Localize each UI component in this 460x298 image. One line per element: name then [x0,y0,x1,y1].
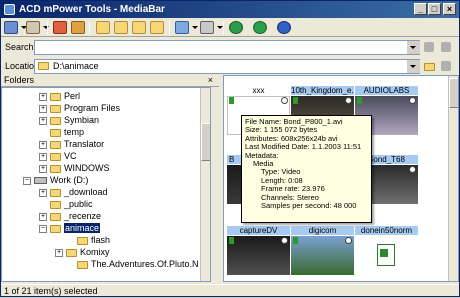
location-value: D:\animace [53,61,99,71]
tree-item-perl[interactable]: + Perl [39,91,80,102]
thumbnail-capturedv[interactable]: captureDV [227,226,290,275]
open-folder-icon [50,224,61,233]
folder-icon [50,128,61,137]
move-icon[interactable] [53,21,67,34]
status-bar: 1 of 21 item(s) selected [1,284,459,297]
folder-icon [50,188,61,197]
search-go-icon[interactable] [424,42,434,52]
folder-icon [66,248,77,257]
tree-item-komixy[interactable]: + Komixy [55,247,110,258]
open-folder-icon[interactable] [150,21,164,34]
location-dropdown-button[interactable] [407,60,420,73]
thumbnail-donein50norm[interactable]: donein50norm [355,226,418,275]
view-icon[interactable] [175,21,198,34]
search-input[interactable] [34,40,420,55]
folder-tree[interactable]: + Perl + Program Files + Symbian temp + Tran… [1,87,211,282]
mediabar-window: ACD mPower Tools - MediaBar _ □ × Search… [0,0,460,297]
folder-icon [50,104,61,113]
pin-icon [293,237,298,244]
drive-icon [34,177,47,185]
pin-icon [293,97,298,104]
toolbar-separator [89,21,90,35]
tree-item-download[interactable]: + _download [39,187,108,198]
spreadsheet-icon [377,244,395,266]
media-badge-icon [409,97,416,104]
search-dropdown-button[interactable] [407,41,420,54]
search-row: Search [1,38,459,58]
maximize-button[interactable]: □ [428,3,441,15]
menu-icon[interactable] [26,21,49,34]
close-pane-icon[interactable]: × [208,75,213,86]
folders-title: Folders [4,75,35,85]
gallery-scrollbar[interactable] [448,76,458,281]
thumbnail-10th-kingdom[interactable]: 10th_Kingdom_e... [291,86,354,135]
search-label: Search [5,42,34,52]
copy-icon[interactable] [71,21,85,34]
tooltip-samples: Samples per second: 48 000 [261,201,357,211]
toolbar-separator [47,21,48,35]
dollar-icon[interactable] [253,21,267,34]
tree-item-symbian[interactable]: + Symbian [39,115,99,126]
pin-icon [229,97,234,104]
folders-header: Folders × [1,75,219,87]
thumbnail-image [355,236,418,275]
folder-icon [77,236,88,245]
close-button[interactable]: × [443,3,456,15]
tree-item-program-files[interactable]: + Program Files [39,103,120,114]
media-badge-icon [281,97,288,104]
tree-item-translator[interactable]: + Translator [39,139,104,150]
folder-icon [50,152,61,161]
device-icon[interactable] [200,21,223,34]
toolbar-separator [169,21,170,35]
folder-icon [50,164,61,173]
media-badge-icon [345,237,352,244]
folder-icon [50,212,61,221]
thumbnail-digicom[interactable]: digicom [291,226,354,275]
tree-item-recenze[interactable]: + _recenze [39,211,101,222]
file-info-tooltip: File Name: Bond_P800_1.avi Size: 1 155 0… [241,115,372,223]
tree-item-work-drive[interactable]: − Work (D:) [23,175,88,186]
globe-icon[interactable] [229,21,243,34]
folder-icon [50,116,61,125]
tree-item-windows[interactable]: + WINDOWS [39,163,110,174]
help-icon[interactable] [277,21,291,34]
media-badge-icon [409,166,416,173]
title-bar[interactable]: ACD mPower Tools - MediaBar _ □ × [1,1,459,18]
gallery-scrollbar-thumb[interactable] [449,78,458,108]
app-icon [4,4,15,15]
folder-icon [50,140,61,149]
thumbnail-audiolabs[interactable]: AUDIOLABS [355,86,418,135]
open-folder-icon[interactable] [424,63,435,71]
toolbar-separator [223,21,224,35]
new-folder-icon[interactable] [114,21,128,34]
location-options-icon[interactable] [441,61,451,71]
tree-item-vc[interactable]: + VC [39,151,77,162]
status-text: 1 of 21 item(s) selected [4,286,98,296]
browse-icon[interactable] [4,21,27,34]
tree-scrollbar[interactable] [200,88,210,281]
tree-item-animace[interactable]: − animace [39,223,101,234]
tree-item-flash[interactable]: flash [66,235,110,246]
location-input[interactable]: D:\animace [34,59,420,74]
tree-item-pluto-nash[interactable]: The.Adventures.Of.Pluto.Nash.DVDRip [66,259,198,270]
folder-icon [50,200,61,209]
minimize-button[interactable]: _ [414,3,427,15]
media-badge-icon [281,237,288,244]
folder-icon [77,260,88,269]
search-options-icon[interactable] [441,42,451,52]
folder-icon[interactable] [132,21,146,34]
media-badge-icon [345,97,352,104]
location-row: Location D:\animace [1,57,459,77]
folder-icon [50,92,61,101]
thumbnail-xxx[interactable]: xxx [227,86,290,135]
toolbar [1,19,459,37]
window-title: ACD mPower Tools - MediaBar [19,4,165,15]
tree-item-public[interactable]: _public [39,199,93,210]
folder-up-icon[interactable] [96,21,110,34]
pin-icon [357,97,362,104]
tree-scrollbar-thumb[interactable] [201,123,210,161]
tree-item-temp[interactable]: temp [39,127,84,138]
folder-icon [38,62,49,70]
pin-icon [229,237,234,244]
